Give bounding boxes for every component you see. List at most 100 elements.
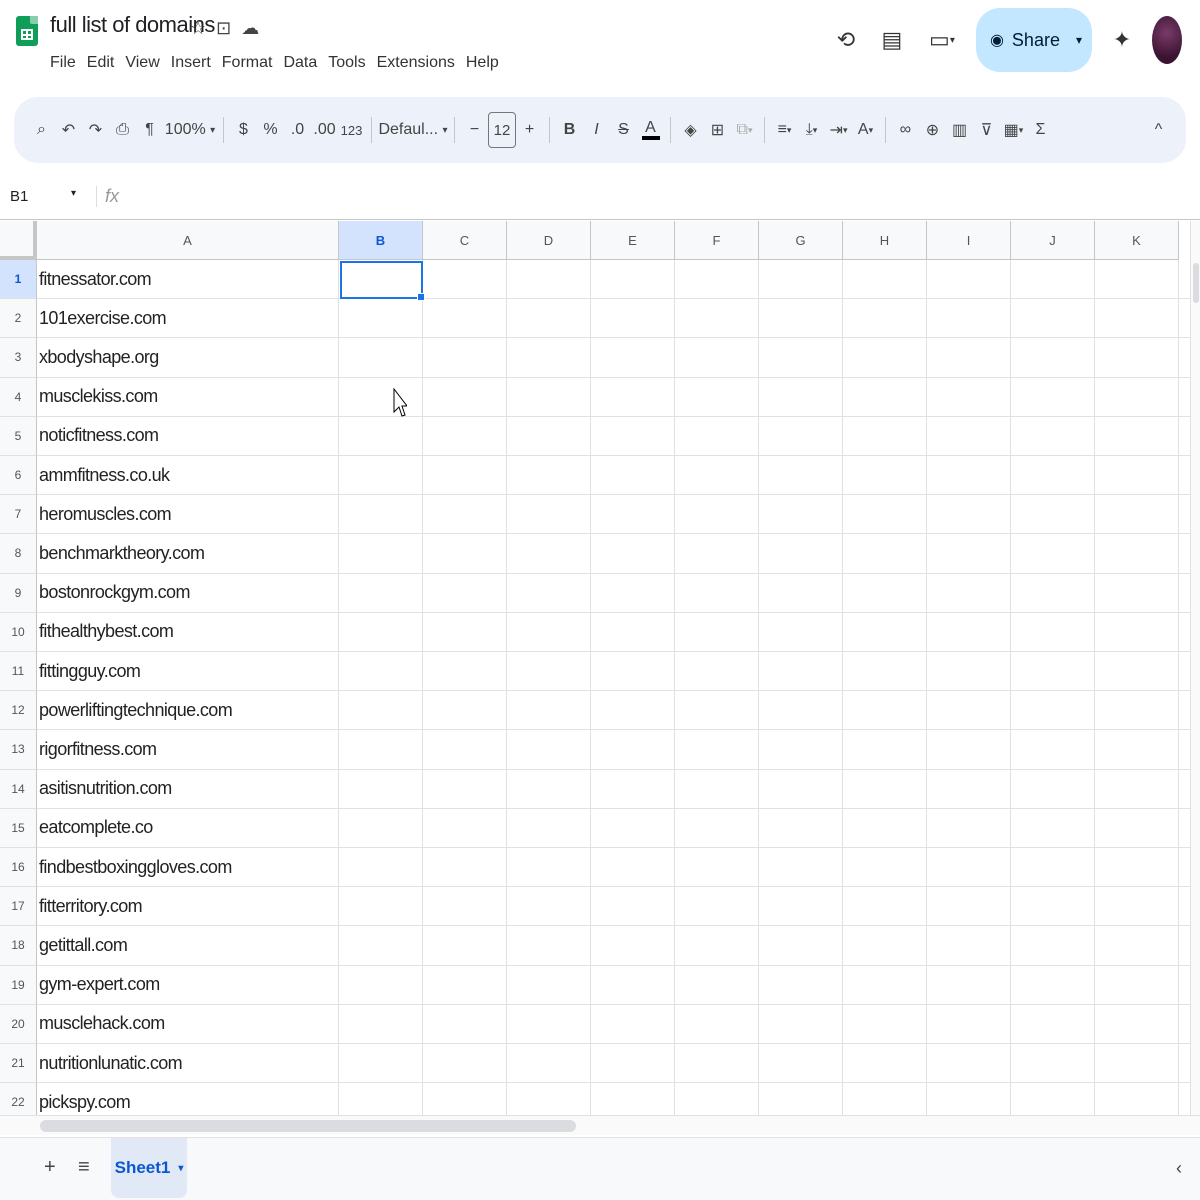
menu-item-format[interactable]: Format: [222, 54, 273, 72]
row-header[interactable]: 21: [0, 1044, 37, 1084]
sheets-logo-icon[interactable]: [16, 16, 38, 46]
cloud-status-icon[interactable]: ☁: [241, 18, 259, 39]
vertical-align-icon[interactable]: ⤓ ▾: [798, 115, 825, 145]
horizontal-align-icon[interactable]: ≡ ▾: [771, 115, 798, 145]
column-header-d[interactable]: D: [507, 221, 591, 260]
vertical-scroll-thumb[interactable]: [1193, 263, 1199, 303]
menu-item-insert[interactable]: Insert: [171, 54, 211, 72]
decrease-font-size-button[interactable]: −: [461, 115, 488, 145]
functions-button[interactable]: Σ: [1027, 115, 1054, 145]
text-color-button[interactable]: A: [637, 115, 664, 145]
chevron-down-icon[interactable]: ▾: [178, 1163, 183, 1174]
row-header[interactable]: 16: [0, 848, 37, 888]
column-header-j[interactable]: J: [1011, 221, 1095, 260]
merge-cells-icon[interactable]: ⧉ ▾: [731, 115, 758, 145]
column-header-k[interactable]: K: [1095, 221, 1179, 260]
row-header[interactable]: 7: [0, 495, 37, 535]
move-to-folder-icon[interactable]: ⊡: [216, 18, 231, 39]
column-header-c[interactable]: C: [423, 221, 507, 260]
text-wrapping-icon[interactable]: ⇥ ▾: [825, 115, 852, 145]
print-icon[interactable]: ⎙: [109, 115, 136, 145]
cell-a[interactable]: eatcomplete.co: [39, 809, 153, 847]
row-header[interactable]: 22: [0, 1083, 37, 1115]
row-header[interactable]: 8: [0, 534, 37, 574]
column-header-e[interactable]: E: [591, 221, 675, 260]
vertical-scrollbar[interactable]: [1190, 221, 1200, 1115]
cell-a[interactable]: getittall.com: [39, 926, 128, 964]
column-header-g[interactable]: G: [759, 221, 843, 260]
formula-input[interactable]: [119, 174, 1200, 219]
horizontal-scroll-thumb[interactable]: [40, 1120, 576, 1132]
collapse-toolbar-icon[interactable]: ^: [1145, 115, 1172, 145]
font-select[interactable]: Defaul... ▾: [378, 115, 448, 145]
cell-a[interactable]: asitisnutrition.com: [39, 770, 172, 808]
undo-icon[interactable]: ↶: [55, 115, 82, 145]
history-icon[interactable]: ⟲: [830, 24, 862, 56]
meet-icon[interactable]: ▭ ▾: [922, 24, 962, 56]
menu-item-extensions[interactable]: Extensions: [377, 54, 455, 72]
row-header[interactable]: 13: [0, 730, 37, 770]
comments-icon[interactable]: ▤: [876, 24, 908, 56]
menu-item-data[interactable]: Data: [283, 54, 317, 72]
search-menus-icon[interactable]: ⌕: [28, 115, 55, 145]
insert-chart-icon[interactable]: ▥: [946, 115, 973, 145]
filter-icon[interactable]: ⊽: [973, 115, 1000, 145]
column-header-h[interactable]: H: [843, 221, 927, 260]
cell-a[interactable]: musclekiss.com: [39, 378, 158, 416]
menu-item-view[interactable]: View: [125, 54, 159, 72]
redo-icon[interactable]: ↷: [82, 115, 109, 145]
row-header[interactable]: 20: [0, 1004, 37, 1044]
menu-item-file[interactable]: File: [50, 54, 76, 72]
add-sheet-button[interactable]: +: [44, 1156, 56, 1179]
cell-a[interactable]: pickspy.com: [39, 1083, 131, 1115]
horizontal-scrollbar[interactable]: [0, 1115, 1200, 1135]
avatar[interactable]: [1152, 16, 1182, 64]
filter-views-icon[interactable]: ▦ ▾: [1000, 115, 1027, 145]
row-header[interactable]: 6: [0, 456, 37, 496]
cell-a[interactable]: powerliftingtechnique.com: [39, 691, 233, 729]
cell-a[interactable]: fitnessator.com: [39, 260, 152, 298]
cell-a[interactable]: rigorfitness.com: [39, 730, 157, 768]
percent-format-button[interactable]: %: [257, 115, 284, 145]
row-header[interactable]: 19: [0, 965, 37, 1005]
row-header[interactable]: 1: [0, 260, 37, 300]
decrease-decimal-button[interactable]: .0: [284, 115, 311, 145]
sparkle-icon[interactable]: ✦: [1106, 24, 1138, 56]
cell-a[interactable]: nutritionlunatic.com: [39, 1044, 183, 1082]
cell-a[interactable]: heromuscles.com: [39, 495, 172, 533]
cell-a[interactable]: findbestboxinggloves.com: [39, 848, 232, 886]
currency-format-button[interactable]: $: [230, 115, 257, 145]
cell-a[interactable]: fitterritory.com: [39, 887, 143, 925]
selected-cell[interactable]: [340, 261, 425, 302]
column-header-a[interactable]: A: [37, 221, 339, 260]
menu-item-tools[interactable]: Tools: [328, 54, 365, 72]
column-header-f[interactable]: F: [675, 221, 759, 260]
all-sheets-button[interactable]: ≡: [78, 1156, 90, 1179]
cell-a[interactable]: fithealthybest.com: [39, 613, 174, 651]
cell-a[interactable]: benchmarktheory.com: [39, 534, 205, 572]
cell-a[interactable]: bostonrockgym.com: [39, 574, 190, 612]
font-size-input[interactable]: 12: [488, 112, 516, 148]
cell-a[interactable]: musclehack.com: [39, 1005, 165, 1043]
star-icon[interactable]: ☆: [190, 18, 206, 39]
row-header[interactable]: 9: [0, 573, 37, 613]
row-header[interactable]: 4: [0, 377, 37, 417]
row-header[interactable]: 17: [0, 887, 37, 927]
column-header-b[interactable]: B: [339, 221, 423, 260]
row-header[interactable]: 18: [0, 926, 37, 966]
zoom-select[interactable]: 100% ▾: [163, 115, 217, 145]
select-all-corner[interactable]: [0, 221, 37, 260]
cell-a[interactable]: xbodyshape.org: [39, 338, 159, 376]
cell-a[interactable]: ammfitness.co.uk: [39, 456, 170, 494]
menu-item-help[interactable]: Help: [466, 54, 499, 72]
row-header[interactable]: 15: [0, 808, 37, 848]
borders-icon[interactable]: ⊞: [704, 115, 731, 145]
column-header-i[interactable]: I: [927, 221, 1011, 260]
row-header[interactable]: 10: [0, 612, 37, 652]
menu-item-edit[interactable]: Edit: [87, 54, 115, 72]
italic-button[interactable]: I: [583, 115, 610, 145]
cell-a[interactable]: 101exercise.com: [39, 299, 167, 337]
bold-button[interactable]: B: [556, 115, 583, 145]
increase-decimal-button[interactable]: .00: [311, 115, 338, 145]
insert-link-icon[interactable]: ∞: [892, 115, 919, 145]
